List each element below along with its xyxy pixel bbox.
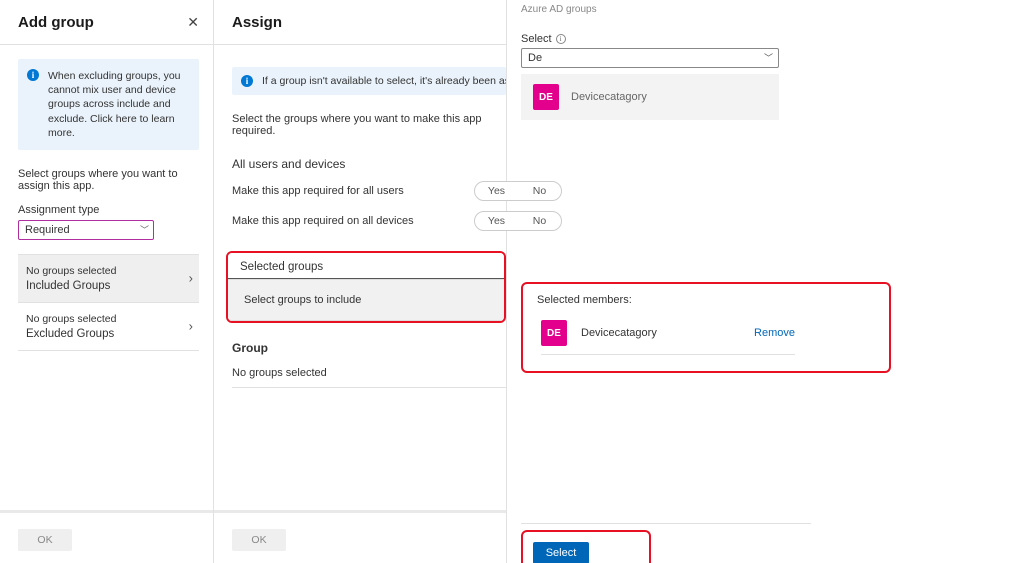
breadcrumb: Azure AD groups	[521, 4, 1024, 15]
info-text: When excluding groups, you cannot mix us…	[48, 70, 181, 139]
search-input[interactable]	[521, 48, 779, 68]
required-devices-label: Make this app required on all devices	[232, 215, 414, 227]
selected-groups-box: Selected groups Select groups to include	[226, 251, 506, 323]
member-name: Devicecatagory	[581, 327, 740, 339]
info-banner: i If a group isn't available to select, …	[232, 67, 506, 95]
assignment-type-label: Assignment type	[18, 204, 199, 216]
avatar: DE	[533, 84, 559, 110]
row-main: Included Groups	[26, 280, 199, 292]
info-icon[interactable]: i	[556, 34, 566, 44]
selected-members-box: Selected members: DE Devicecatagory Remo…	[521, 282, 891, 373]
pane-title: Assign	[232, 14, 282, 31]
select-groups-action[interactable]: Select groups to include	[228, 279, 504, 321]
remove-link[interactable]: Remove	[754, 327, 795, 339]
select-label: Select	[521, 33, 552, 45]
select-groups-pane: Azure AD groups Select i ﹀ DE Devicecata…	[507, 0, 1024, 563]
group-value: No groups selected	[232, 367, 506, 388]
close-icon[interactable]: ✕	[187, 14, 199, 31]
group-search[interactable]: ﹀	[521, 48, 779, 68]
result-name: Devicecatagory	[571, 91, 647, 103]
chevron-down-icon: ﹀	[764, 51, 773, 64]
assignment-type-select[interactable]: Required ﹀	[18, 220, 154, 240]
selected-groups-title: Selected groups	[228, 253, 504, 278]
chevron-right-icon: ›	[189, 271, 193, 286]
group-label: Group	[232, 341, 506, 355]
included-groups-row[interactable]: No groups selected Included Groups ›	[18, 254, 199, 303]
pane-title: Add group	[18, 14, 94, 31]
avatar: DE	[541, 320, 567, 346]
row-main: Excluded Groups	[26, 328, 199, 340]
assign-hint: Select groups where you want to assign t…	[18, 168, 199, 192]
select-button-box: Select	[521, 530, 651, 563]
row-sub: No groups selected	[26, 265, 199, 277]
assignment-type-value: Required	[25, 224, 70, 236]
row-sub: No groups selected	[26, 313, 199, 325]
member-row: DE Devicecatagory Remove	[541, 320, 795, 355]
assign-pane: Assign i If a group isn't available to s…	[214, 0, 507, 563]
ok-button[interactable]: OK	[232, 529, 286, 551]
assign-hint: Select the groups where you want to make…	[232, 113, 506, 137]
ok-button[interactable]: OK	[18, 529, 72, 551]
section-heading: All users and devices	[232, 157, 506, 171]
info-banner: i When excluding groups, you cannot mix …	[18, 59, 199, 150]
select-button[interactable]: Select	[533, 542, 589, 563]
search-result-row[interactable]: DE Devicecatagory	[521, 74, 779, 120]
info-text: If a group isn't available to select, it…	[262, 75, 506, 87]
excluded-groups-row[interactable]: No groups selected Excluded Groups ›	[18, 303, 199, 351]
add-group-pane: Add group ✕ i When excluding groups, you…	[0, 0, 214, 563]
info-icon: i	[241, 75, 253, 87]
chevron-right-icon: ›	[189, 319, 193, 334]
required-users-label: Make this app required for all users	[232, 185, 404, 197]
info-icon: i	[27, 69, 39, 81]
selected-members-title: Selected members:	[537, 294, 875, 306]
